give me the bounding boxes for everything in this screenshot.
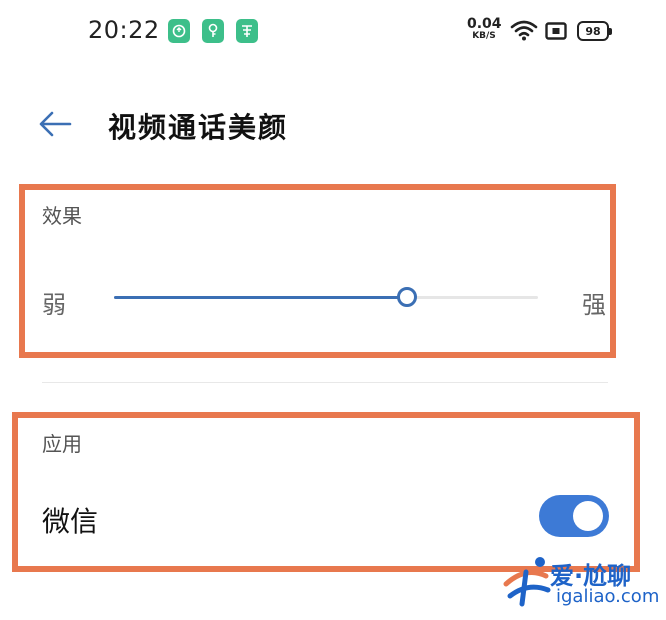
network-speed: 0.04 KB/S <box>467 16 502 41</box>
notification-app-icon-2 <box>202 19 224 43</box>
status-time: 20:22 <box>88 16 160 44</box>
screen: 20:22 0.04 KB/S 98 视频通话美颜 效果 弱 强 应用 微信 爱… <box>0 0 666 620</box>
notification-app-icon-1 <box>168 19 190 43</box>
watermark-url: igaliao.com <box>556 586 660 607</box>
page-title: 视频通话美颜 <box>108 111 289 144</box>
highlight-box-apps <box>12 412 640 572</box>
battery-indicator: 98 <box>577 21 612 41</box>
network-speed-value: 0.04 <box>467 16 502 32</box>
arrow-left-icon[interactable] <box>38 110 72 138</box>
watermark: 爱·尬聊 igaliao.com <box>500 552 666 618</box>
network-speed-unit: KB/S <box>472 31 496 41</box>
highlight-box-effect <box>19 184 616 358</box>
watermark-logo-icon <box>503 557 551 607</box>
wifi-icon <box>510 20 538 41</box>
notification-app-icon-3 <box>236 19 258 43</box>
sim-card-icon <box>545 22 567 40</box>
section-divider <box>42 382 608 383</box>
